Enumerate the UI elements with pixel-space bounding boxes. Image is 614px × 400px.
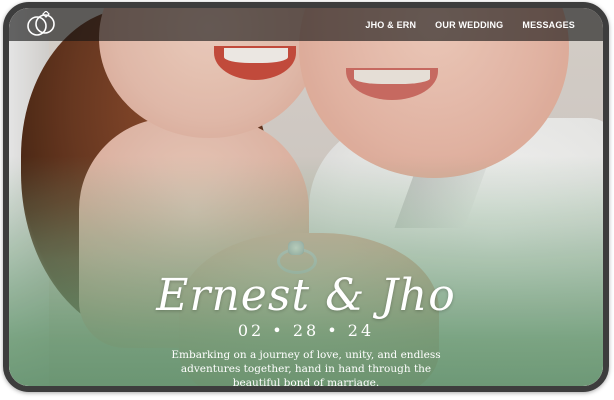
browser-frame: JHO & ERN OUR WEDDING MESSAGES Ernest & … — [3, 2, 609, 392]
nav-link-our-wedding[interactable]: OUR WEDDING — [435, 20, 503, 30]
top-navbar: JHO & ERN OUR WEDDING MESSAGES — [9, 8, 603, 41]
wedding-date: 02 • 28 • 24 — [237, 321, 375, 340]
hero-text: Ernest & Jho 02 • 28 • 24 Embarking on a… — [9, 270, 603, 389]
nav-link-jho-and-ern[interactable]: JHO & ERN — [365, 20, 416, 30]
hero-tagline: Embarking on a journey of love, unity, a… — [171, 349, 441, 389]
interlocked-rings-logo-icon[interactable] — [23, 10, 59, 39]
nav-link-messages[interactable]: MESSAGES — [522, 20, 575, 30]
nav-links: JHO & ERN OUR WEDDING MESSAGES — [365, 8, 575, 41]
couple-names: Ernest & Jho — [156, 270, 456, 321]
